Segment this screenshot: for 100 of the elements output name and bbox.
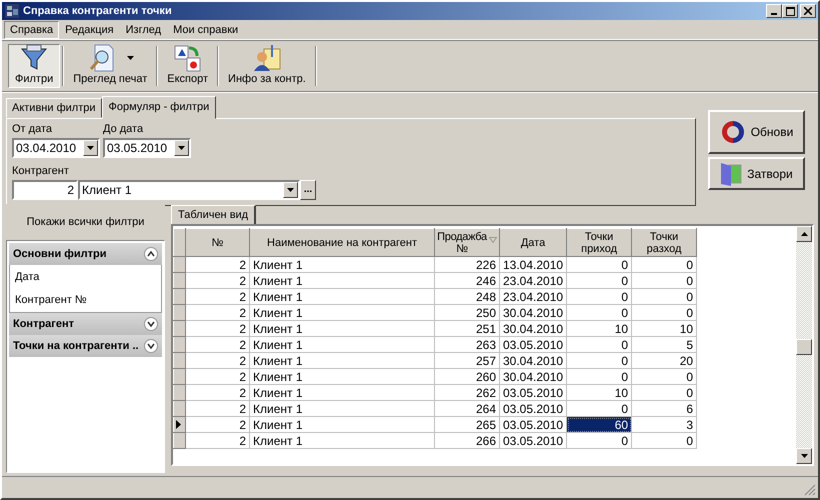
table-cell: Клиент 1 bbox=[250, 432, 434, 448]
table-cell: 0 bbox=[566, 336, 632, 352]
table-cell: 23.04.2010 bbox=[500, 272, 567, 288]
table-cell: 0 bbox=[632, 432, 697, 448]
table-cell: Клиент 1 bbox=[250, 272, 434, 288]
table-cell: 251 bbox=[434, 320, 500, 336]
table-cell: 2 bbox=[186, 336, 250, 352]
group-header[interactable]: Точки на контрагенти .. bbox=[9, 335, 162, 357]
column-header[interactable]: Дата bbox=[500, 228, 567, 256]
group-header[interactable]: Основни филтри bbox=[9, 243, 162, 265]
table-cell: 0 bbox=[632, 256, 697, 272]
menu-item[interactable]: Мои справки bbox=[167, 20, 244, 38]
table-cell: 2 bbox=[186, 368, 250, 384]
table-cell: 30.04.2010 bbox=[500, 320, 567, 336]
tab[interactable]: Формуляр - филтри bbox=[102, 96, 216, 119]
table-cell: 30.04.2010 bbox=[500, 368, 567, 384]
action-button[interactable]: Затвори bbox=[708, 157, 805, 190]
table-cell: 2 bbox=[186, 352, 250, 368]
table-cell: 2 bbox=[186, 400, 250, 416]
table-cell: 0 bbox=[566, 368, 632, 384]
toolbar-button[interactable]: Инфо за контр. bbox=[221, 44, 313, 88]
table-cell: 260 bbox=[434, 368, 500, 384]
table-cell: Клиент 1 bbox=[250, 288, 434, 304]
table-cell: 10 bbox=[632, 320, 697, 336]
table-cell: 250 bbox=[434, 304, 500, 320]
table-cell: 30.04.2010 bbox=[500, 352, 567, 368]
table-cell: Клиент 1 bbox=[250, 320, 434, 336]
table-cell: 2 bbox=[186, 304, 250, 320]
table-cell: 0 bbox=[632, 304, 697, 320]
menu-item[interactable]: Редакция bbox=[59, 20, 120, 38]
table-cell: 30.04.2010 bbox=[500, 304, 567, 320]
column-header[interactable]: Наименование на контрагент bbox=[250, 228, 434, 256]
table-cell: 2 bbox=[186, 432, 250, 448]
table-cell: 23.04.2010 bbox=[500, 288, 567, 304]
table-cell: 0 bbox=[632, 288, 697, 304]
table-cell: 03.05.2010 bbox=[500, 432, 567, 448]
table-cell: 03.05.2010 bbox=[500, 384, 567, 400]
table-cell: 263 bbox=[434, 336, 500, 352]
table-cell: Клиент 1 bbox=[250, 304, 434, 320]
table-cell: 0 bbox=[566, 304, 632, 320]
table-cell: Клиент 1 bbox=[250, 256, 434, 272]
date-field[interactable]: 03.05.2010 bbox=[103, 138, 191, 158]
table-cell: 0 bbox=[566, 352, 632, 368]
table-cell: 0 bbox=[632, 368, 697, 384]
filter-item[interactable]: Контрагент № bbox=[15, 292, 156, 308]
table-cell: 5 bbox=[632, 336, 697, 352]
toolbar-button[interactable]: Преглед печат bbox=[66, 44, 154, 88]
table-cell: 10 bbox=[566, 320, 632, 336]
table-cell: 2 bbox=[186, 320, 250, 336]
table-cell: 0 bbox=[632, 272, 697, 288]
table-cell: 226 bbox=[434, 256, 500, 272]
column-header[interactable]: Точки разход bbox=[632, 228, 697, 256]
table-cell: 03.05.2010 bbox=[500, 416, 567, 432]
column-header[interactable]: Точки приход bbox=[566, 228, 632, 256]
browse-button[interactable]: ... bbox=[300, 180, 316, 200]
column-header[interactable]: № bbox=[186, 228, 250, 256]
table-cell: 2 bbox=[186, 416, 250, 432]
group-header[interactable]: Контрагент bbox=[9, 313, 162, 335]
field-label: Контрагент bbox=[12, 164, 70, 178]
menu-item[interactable]: Справка bbox=[4, 20, 60, 38]
window-title: Справка контрагенти точки bbox=[23, 5, 172, 17]
table-cell: 0 bbox=[566, 432, 632, 448]
action-button[interactable]: Обнови bbox=[708, 110, 805, 154]
toolbar-button[interactable]: Филтри bbox=[8, 44, 60, 88]
menu-item[interactable]: Изглед bbox=[120, 20, 168, 38]
table-cell: 2 bbox=[186, 384, 250, 400]
table-cell: 3 bbox=[632, 416, 697, 432]
table-cell: 03.05.2010 bbox=[500, 336, 567, 352]
contractor-field[interactable]: Клиент 1 bbox=[78, 180, 300, 200]
table-cell: 6 bbox=[632, 400, 697, 416]
table-cell: 266 bbox=[434, 432, 500, 448]
table-cell: 248 bbox=[434, 288, 500, 304]
table-cell: 0 bbox=[566, 272, 632, 288]
table-cell: Клиент 1 bbox=[250, 416, 434, 432]
toolbar-button[interactable]: Експорт bbox=[160, 44, 216, 88]
table-cell: 03.05.2010 bbox=[500, 400, 567, 416]
table-cell: Клиент 1 bbox=[250, 352, 434, 368]
table-cell: Клиент 1 bbox=[250, 368, 434, 384]
table-cell: 264 bbox=[434, 400, 500, 416]
filter-item[interactable]: Дата bbox=[15, 269, 156, 285]
table-cell: 60 bbox=[566, 416, 632, 432]
table-cell: 262 bbox=[434, 384, 500, 400]
table-cell: 265 bbox=[434, 416, 500, 432]
table-cell: 257 bbox=[434, 352, 500, 368]
table-cell: Клиент 1 bbox=[250, 336, 434, 352]
table-cell: 0 bbox=[566, 288, 632, 304]
table-cell: Клиент 1 bbox=[250, 384, 434, 400]
date-field[interactable]: 03.04.2010 bbox=[12, 138, 100, 158]
tab[interactable]: Активни филтри bbox=[6, 98, 102, 118]
field-label: До дата bbox=[103, 122, 144, 136]
table-cell: 2 bbox=[186, 272, 250, 288]
table-cell: Клиент 1 bbox=[250, 400, 434, 416]
table-cell: 246 bbox=[434, 272, 500, 288]
column-header[interactable]: Продажба № bbox=[434, 228, 500, 256]
table-cell: 20 bbox=[632, 352, 697, 368]
code-field[interactable]: 2 bbox=[12, 180, 78, 200]
table-cell: 0 bbox=[632, 384, 697, 400]
table-cell: 0 bbox=[566, 256, 632, 272]
table-cell: 2 bbox=[186, 256, 250, 272]
field-label: От дата bbox=[12, 122, 53, 136]
